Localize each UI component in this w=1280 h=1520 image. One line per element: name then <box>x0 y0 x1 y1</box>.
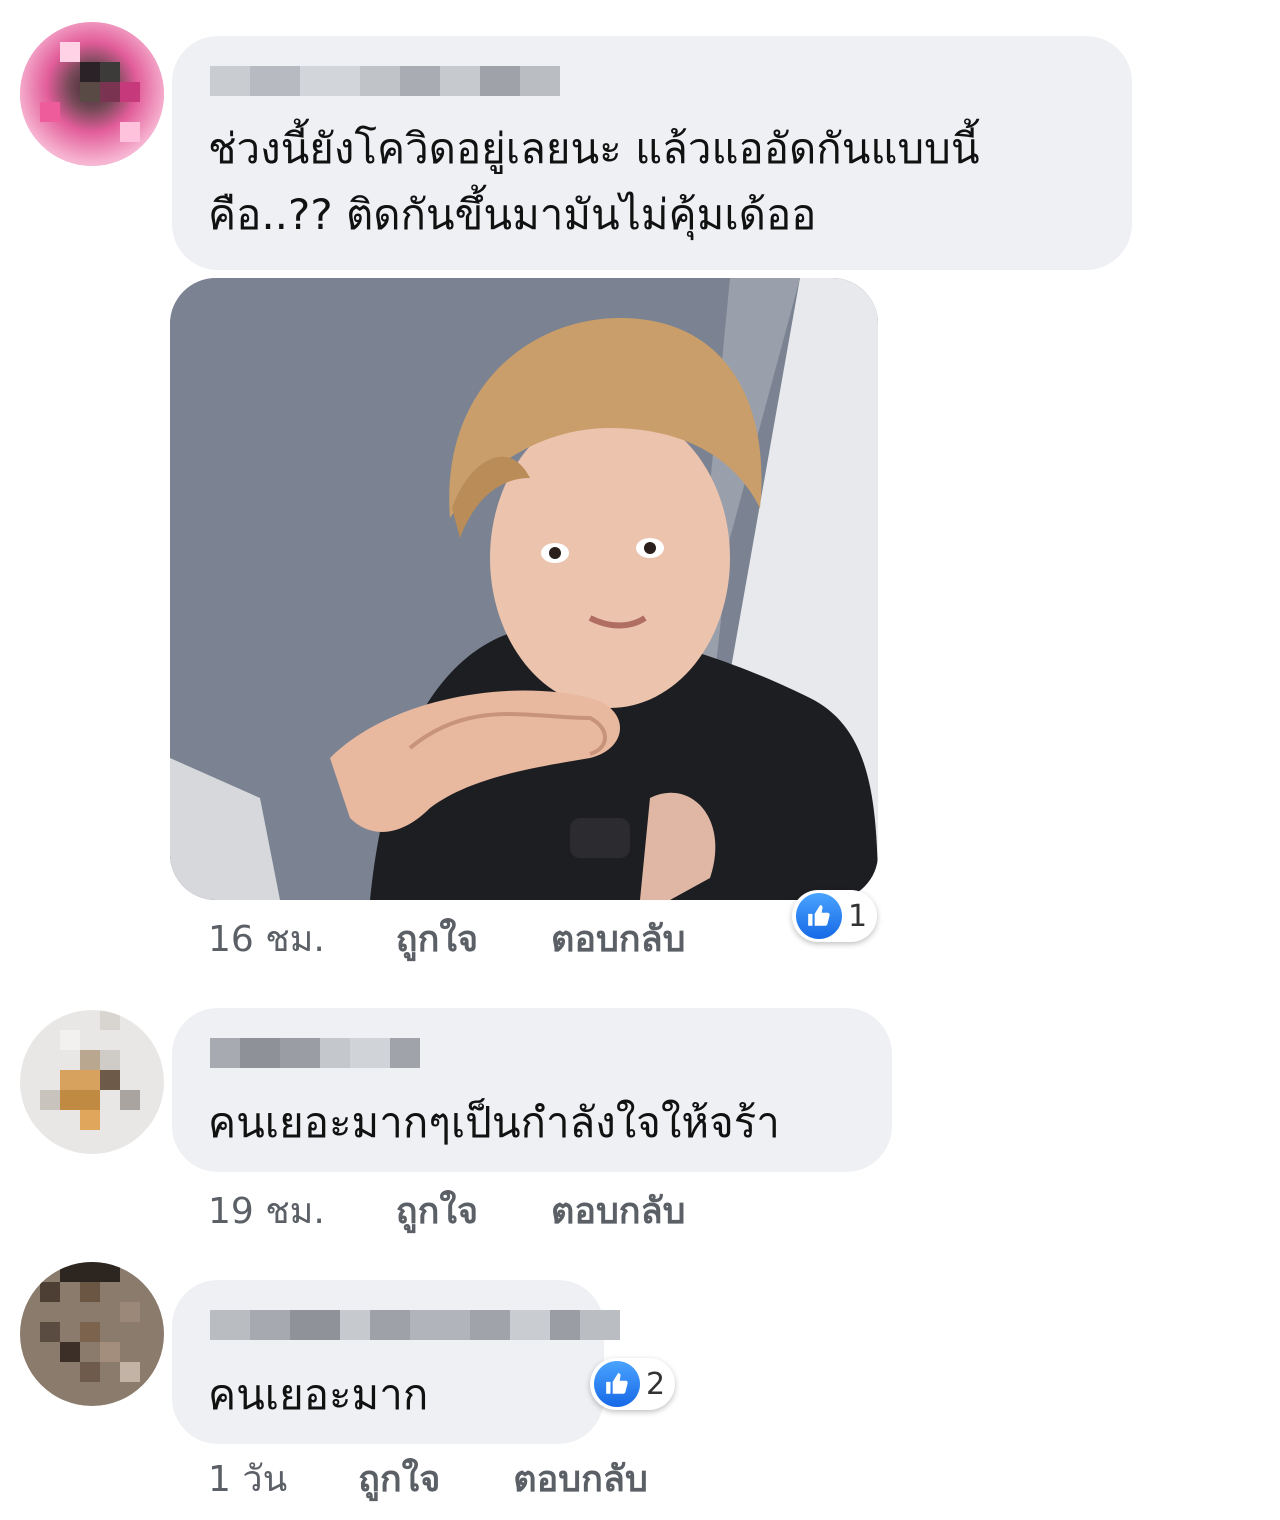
like-thumbs-up-icon <box>594 1361 640 1407</box>
reply-button[interactable]: ตอบกลับ <box>513 1459 648 1500</box>
comment-text-2: คนเยอะมากๆเป็นกำลังใจให้จร้า <box>208 1090 780 1156</box>
reaction-summary-3[interactable]: 2 <box>590 1358 676 1410</box>
reaction-count: 2 <box>646 1366 666 1402</box>
photo-illustration <box>170 278 878 900</box>
comment-time[interactable]: 16 ชม. <box>208 919 325 960</box>
like-button[interactable]: ถูกใจ <box>396 1191 478 1232</box>
reaction-count: 1 <box>848 898 868 934</box>
comment-text-line: ช่วงนี้ยังโควิดอยู่เลยนะ แล้วแออัดกันแบบ… <box>208 124 980 173</box>
like-button[interactable]: ถูกใจ <box>358 1459 440 1500</box>
reply-button[interactable]: ตอบกลับ <box>551 919 686 960</box>
commenter-name-blurred-3[interactable] <box>210 1310 620 1340</box>
avatar-commenter-1[interactable] <box>20 22 164 166</box>
comment-text-3: คนเยอะมาก <box>208 1362 428 1428</box>
comment-time[interactable]: 19 ชม. <box>208 1191 325 1232</box>
avatar-commenter-2[interactable] <box>20 1010 164 1154</box>
reply-button[interactable]: ตอบกลับ <box>551 1191 686 1232</box>
commenter-name-blurred-1[interactable] <box>210 66 560 96</box>
avatar-commenter-3[interactable] <box>20 1262 164 1406</box>
commenter-name-blurred-2[interactable] <box>210 1038 420 1068</box>
comment-text-1: ช่วงนี้ยังโควิดอยู่เลยนะ แล้วแออัดกันแบบ… <box>208 116 980 248</box>
like-thumbs-up-icon <box>796 893 842 939</box>
reaction-summary-1[interactable]: 1 <box>792 890 878 942</box>
comment-bubble-3[interactable]: คนเยอะมาก <box>172 1280 620 1444</box>
comment-text-line: คือ..?? ติดกันขึ้นมามันไม่คุ้มเด้ออ <box>208 190 817 239</box>
comment-bubble-1[interactable]: ช่วงนี้ยังโควิดอยู่เลยนะ แล้วแออัดกันแบบ… <box>172 36 1132 270</box>
comment-text-line: คนเยอะมาก <box>208 1370 429 1419</box>
comment-text-line: คนเยอะมากๆเป็นกำลังใจให้จร้า <box>208 1098 780 1147</box>
comment-meta-3: 1 วัน ถูกใจ ตอบกลับ <box>208 1450 648 1507</box>
comment-meta-2: 19 ชม. ถูกใจ ตอบกลับ <box>208 1182 686 1239</box>
comment-time[interactable]: 1 วัน <box>208 1459 287 1500</box>
comment-bubble-2[interactable]: คนเยอะมากๆเป็นกำลังใจให้จร้า <box>172 1008 892 1172</box>
comment-meta-1: 16 ชม. ถูกใจ ตอบกลับ <box>208 910 686 967</box>
like-button[interactable]: ถูกใจ <box>396 919 478 960</box>
comment-photo-attachment[interactable] <box>170 278 878 900</box>
